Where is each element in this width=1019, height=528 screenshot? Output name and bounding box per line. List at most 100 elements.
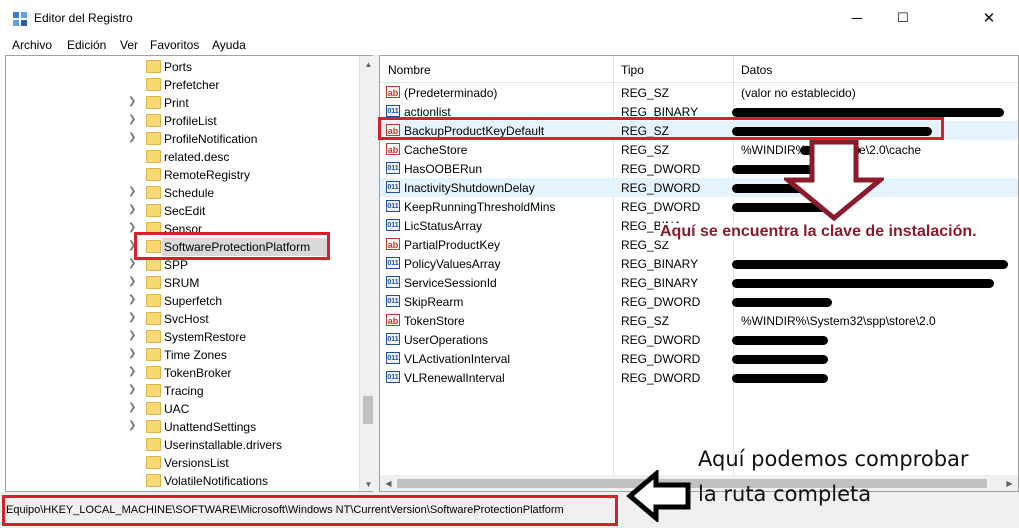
tree-item[interactable]: ❯ TokenBroker	[6, 364, 358, 382]
tree-item[interactable]: ❯ Tracing	[6, 382, 358, 400]
expand-arrow-icon[interactable]: ❯	[128, 420, 136, 431]
minimize-button[interactable]: ─	[834, 0, 880, 36]
value-row[interactable]: ab CacheStore REG_SZ %WINDIR%\ \spp\store\2…	[380, 140, 1018, 159]
expand-arrow-icon[interactable]: ❯	[128, 114, 136, 125]
tree-item-label: RemoteRegistry	[164, 168, 251, 182]
value-name: (Predeterminado)	[404, 86, 498, 100]
scroll-up-icon[interactable]: ▲	[360, 56, 373, 73]
tree-item[interactable]: ❯ Superfetch	[6, 292, 358, 310]
tree-item[interactable]: Userinstallable.drivers	[6, 436, 358, 454]
tree-item-label: SRUM	[164, 276, 200, 290]
value-type: REG_SZ	[621, 314, 670, 328]
value-row[interactable]: 011 ServiceSessionId REG_BINARY	[380, 273, 1018, 292]
value-row[interactable]: ab (Predeterminado) REG_SZ (valor no establ…	[380, 83, 1018, 102]
value-row[interactable]: 011 PolicyValuesArray REG_BINARY	[380, 254, 1018, 273]
expand-arrow-icon[interactable]: ❯	[128, 186, 136, 197]
tree-item[interactable]: ❯ SystemRestore	[6, 328, 358, 346]
annotation-path-line2: la ruta completa	[698, 482, 872, 506]
tree-item[interactable]: ❯ Schedule	[6, 184, 358, 202]
binary-value-icon: 011	[386, 162, 400, 174]
tree-item[interactable]: related.desc	[6, 148, 358, 166]
tree-scroll-thumb[interactable]	[363, 396, 373, 424]
tree-item[interactable]: ❯ Print	[6, 94, 358, 112]
expand-arrow-icon[interactable]: ❯	[128, 294, 136, 305]
value-row[interactable]: 011 HasOOBERun REG_DWORD	[380, 159, 1018, 178]
menu-ver[interactable]: Ver	[120, 38, 138, 52]
tree-item[interactable]: VersionsList	[6, 454, 358, 472]
column-header-data[interactable]: Datos	[741, 63, 772, 77]
arrow-down-icon	[784, 140, 884, 222]
tree-item[interactable]: RemoteRegistry	[6, 166, 358, 184]
list-scroll-thumb[interactable]	[397, 479, 987, 488]
tree-item-label: Print	[164, 96, 189, 110]
folder-icon	[146, 132, 161, 145]
value-type: REG_DWORD	[621, 371, 701, 385]
maximize-button[interactable]: ☐	[880, 0, 926, 36]
key-tree[interactable]: Ports Prefetcher ❯ Print ❯ ProfileList ❯ Profil…	[5, 55, 373, 492]
value-data: %WINDIR%\System32\spp\store\2.0	[741, 314, 936, 328]
expand-arrow-icon[interactable]: ❯	[128, 276, 136, 287]
value-row[interactable]: 011 SkipRearm REG_DWORD	[380, 292, 1018, 311]
column-header-type[interactable]: Tipo	[621, 63, 644, 77]
binary-value-icon: 011	[386, 371, 400, 383]
highlight-path	[2, 495, 618, 526]
redacted-data	[732, 355, 828, 364]
expand-arrow-icon[interactable]: ❯	[128, 402, 136, 413]
value-type: REG_SZ	[621, 86, 670, 100]
close-button[interactable]: ✕	[966, 0, 1012, 36]
binary-value-icon: 011	[386, 181, 400, 193]
value-row[interactable]: 011 KeepRunningThresholdMins REG_DWORD	[380, 197, 1018, 216]
tree-item[interactable]: ❯ Time Zones	[6, 346, 358, 364]
value-row[interactable]: 011 VLRenewalInterval REG_DWORD	[380, 368, 1018, 387]
scroll-right-icon[interactable]: ▶	[1001, 475, 1018, 491]
tree-item-label: SvcHost	[164, 312, 209, 326]
folder-icon	[146, 60, 161, 73]
expand-arrow-icon[interactable]: ❯	[128, 132, 136, 143]
tree-item-label: ProfileList	[164, 114, 217, 128]
tree-item[interactable]: ❯ UAC	[6, 400, 358, 418]
value-row[interactable]: 011 VLActivationInterval REG_DWORD	[380, 349, 1018, 368]
tree-item[interactable]: VolatileNotifications	[6, 472, 358, 490]
tree-item[interactable]: Prefetcher	[6, 76, 358, 94]
value-row[interactable]: 011 UserOperations REG_DWORD	[380, 330, 1018, 349]
expand-arrow-icon[interactable]: ❯	[128, 96, 136, 107]
tree-item[interactable]: ❯ UnattendSettings	[6, 418, 358, 436]
tree-item[interactable]: ❯ SvcHost	[6, 310, 358, 328]
column-header-name[interactable]: Nombre	[388, 63, 431, 77]
menu-ayuda[interactable]: Ayuda	[212, 38, 246, 52]
menu-edicion[interactable]: Edición	[67, 38, 106, 52]
menu-favoritos[interactable]: Favoritos	[150, 38, 199, 52]
tree-item[interactable]: Ports	[6, 58, 358, 76]
string-value-icon: ab	[386, 238, 400, 250]
tree-item[interactable]: ❯ SRUM	[6, 274, 358, 292]
expand-arrow-icon[interactable]: ❯	[128, 348, 136, 359]
binary-value-icon: 011	[386, 219, 400, 231]
tree-item[interactable]: ❯ ProfileNotification	[6, 130, 358, 148]
value-name: KeepRunningThresholdMins	[404, 200, 556, 214]
tree-vertical-scrollbar[interactable]: ▲ ▼	[359, 56, 373, 491]
scroll-down-icon[interactable]: ▼	[360, 476, 373, 491]
highlight-backup-key-row	[378, 117, 944, 140]
expand-arrow-icon[interactable]: ❯	[128, 312, 136, 323]
folder-icon	[146, 312, 161, 325]
string-value-icon: ab	[386, 143, 400, 155]
tree-item[interactable]: ❯ ProfileList	[6, 112, 358, 130]
redacted-data	[732, 108, 1004, 117]
value-name: InactivityShutdownDelay	[404, 181, 535, 195]
folder-icon	[146, 294, 161, 307]
highlight-selected-key	[134, 232, 330, 260]
menu-archivo[interactable]: Archivo	[12, 38, 52, 52]
expand-arrow-icon[interactable]: ❯	[128, 204, 136, 215]
value-type: REG_DWORD	[621, 162, 701, 176]
value-row[interactable]: 011 InactivityShutdownDelay REG_DWORD	[380, 178, 1018, 197]
expand-arrow-icon[interactable]: ❯	[128, 366, 136, 377]
binary-value-icon: 011	[386, 105, 400, 117]
value-type: REG_DWORD	[621, 181, 701, 195]
registry-editor-icon	[13, 12, 27, 26]
expand-arrow-icon[interactable]: ❯	[128, 330, 136, 341]
tree-item[interactable]: ❯ SecEdit	[6, 202, 358, 220]
value-row[interactable]: ab TokenStore REG_SZ %WINDIR%\System32\spp\…	[380, 311, 1018, 330]
scroll-left-icon[interactable]: ◀	[380, 475, 397, 491]
value-type: REG_DWORD	[621, 352, 701, 366]
expand-arrow-icon[interactable]: ❯	[128, 384, 136, 395]
